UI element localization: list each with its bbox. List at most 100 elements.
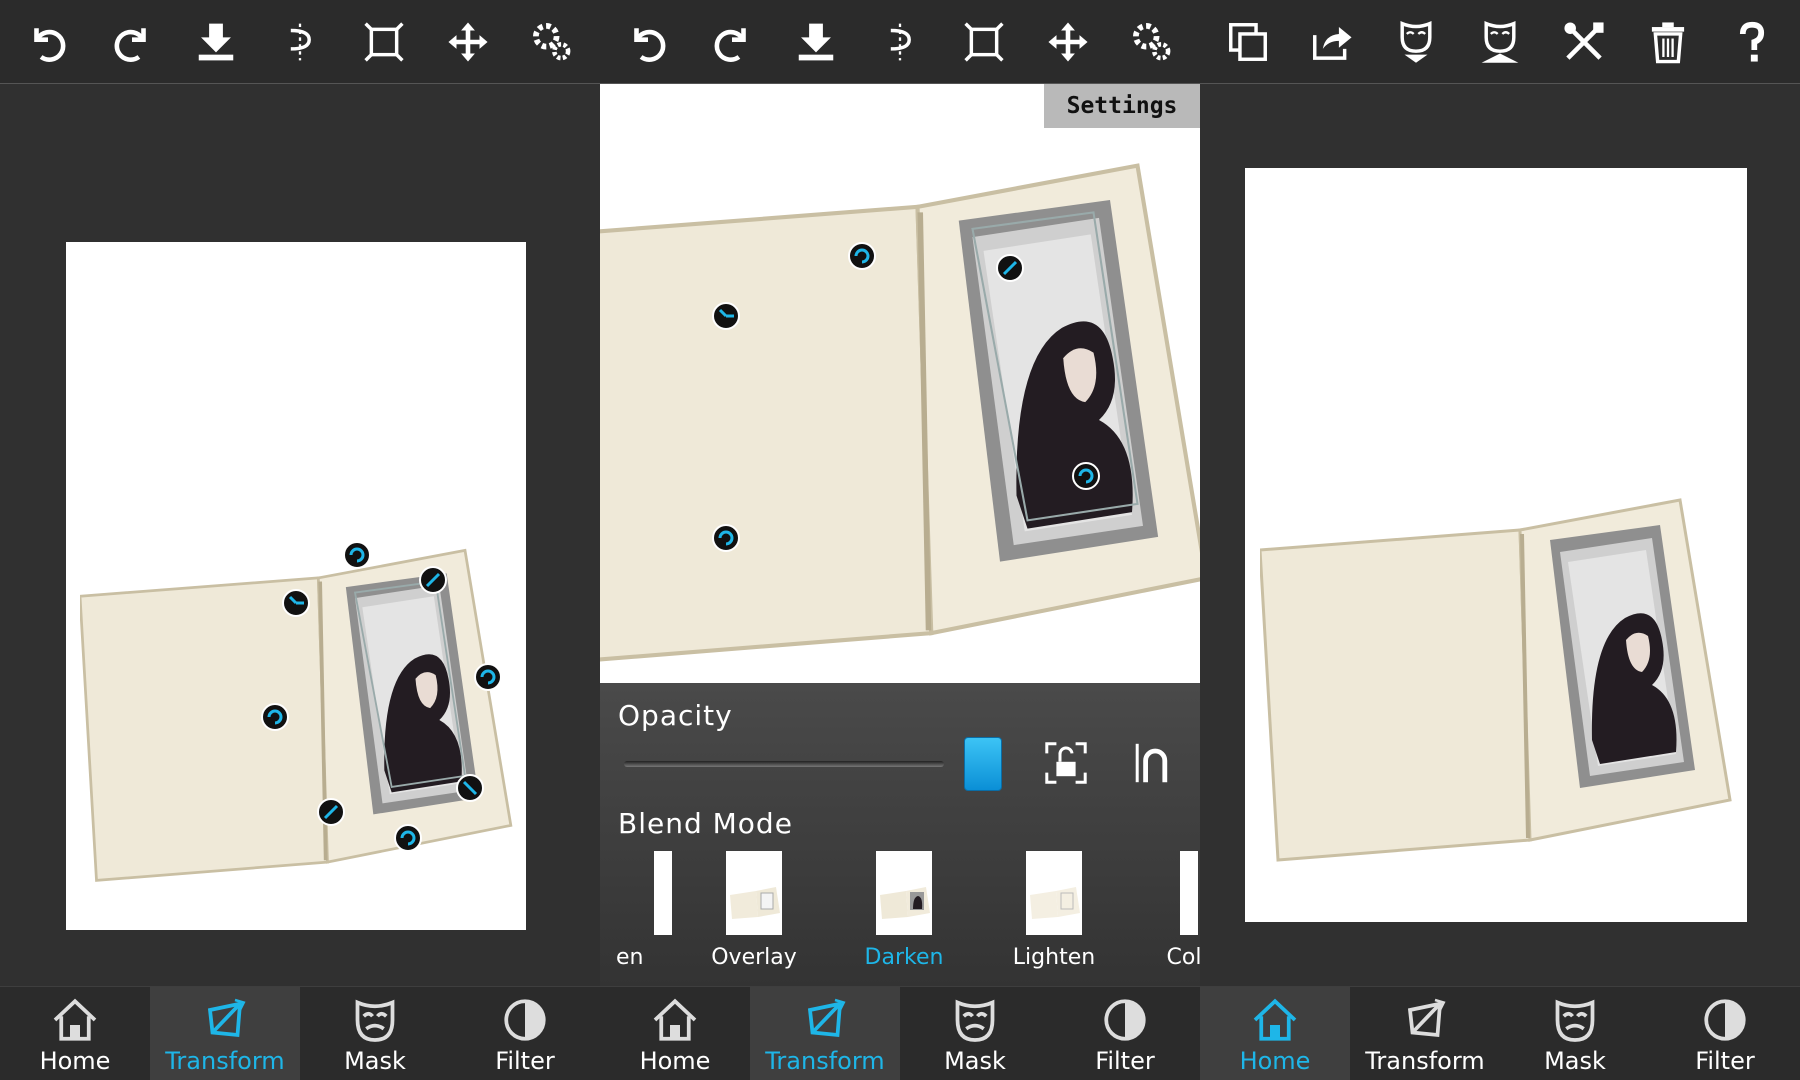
blend-option-darken[interactable]: Darken [844,851,964,970]
undo-button[interactable] [620,14,676,70]
flip-button[interactable] [272,14,328,70]
settings-button[interactable] [1124,14,1180,70]
move-button[interactable] [1040,14,1096,70]
layer-settings-screen: Settings Opacity Blend Mode en Overlay D… [600,0,1200,1080]
redo-icon [714,27,746,62]
flip-button[interactable] [872,14,928,70]
nav-transform-label: Transform [765,1047,885,1075]
blend-option-label: Darken [864,945,944,970]
nav-home-label: Home [39,1047,111,1075]
blend-option-overlay[interactable]: Overlay [694,851,814,970]
top-toolbar [1200,0,1800,84]
flip-icon [290,23,311,60]
help-button[interactable] [1724,14,1780,70]
crop-fit-button[interactable] [956,14,1012,70]
nav-mask[interactable]: Mask [900,987,1050,1080]
save-button[interactable] [188,14,244,70]
opacity-label: Opacity [618,699,733,732]
top-toolbar [600,0,1200,84]
rotate-handle[interactable] [474,663,502,691]
nav-home[interactable]: Home [1200,987,1350,1080]
transform-editor-screen: Home Transform Mask Filter [0,0,600,1080]
save-button[interactable] [788,14,844,70]
blend-thumb [726,851,782,935]
settings-gear-icon [533,22,571,60]
help-icon [1739,21,1765,62]
crop-fit-icon [964,21,1004,62]
mask-icon [1555,999,1595,1042]
nav-transform[interactable]: Transform [750,987,900,1080]
redo-button[interactable] [104,14,160,70]
share-button[interactable] [1304,14,1360,70]
blend-option-label: Lighten [1012,945,1096,970]
undo-icon [34,27,66,62]
blend-option-label: Overlay [711,945,797,970]
magnet-icon[interactable] [1130,739,1178,787]
nav-filter[interactable]: Filter [450,987,600,1080]
nav-filter-label: Filter [495,1047,555,1075]
nav-home[interactable]: Home [600,987,750,1080]
nav-mask-label: Mask [1544,1047,1606,1075]
redo-icon [114,27,146,62]
settings-button[interactable] [524,14,580,70]
flip-icon [890,23,911,60]
nav-mask[interactable]: Mask [1500,987,1650,1080]
duplicate-icon [1229,22,1267,61]
mask-up-button[interactable] [1472,14,1528,70]
rotate-handle[interactable] [261,703,289,731]
mask-up-icon [1481,20,1519,63]
move-icon [448,21,488,62]
layer-settings-panel: Opacity Blend Mode en Overlay Darken Lig… [600,683,1200,986]
blend-option-screen[interactable]: en [600,851,684,970]
blend-thumb [654,851,672,935]
redo-button[interactable] [704,14,760,70]
transform-handles [261,541,502,852]
bottom-nav: Home Transform Mask Filter [0,986,600,1080]
trash-icon [1651,21,1685,63]
undo-button[interactable] [20,14,76,70]
crop-fit-button[interactable] [356,14,412,70]
blend-option-label: en [616,945,644,970]
blend-mode-label: Blend Mode [618,807,793,840]
mask-down-button[interactable] [1388,14,1444,70]
home-icon [1253,998,1297,1041]
rotate-handle[interactable] [712,524,740,552]
nav-transform-label: Transform [165,1047,285,1075]
nav-filter[interactable]: Filter [1050,987,1200,1080]
blend-option-lighten[interactable]: Lighten [994,851,1114,970]
rotate-handle[interactable] [848,242,876,270]
move-button[interactable] [440,14,496,70]
nav-transform[interactable]: Transform [1350,987,1500,1080]
unlock-icon[interactable] [1042,739,1090,787]
filter-icon [1104,999,1146,1041]
nav-mask[interactable]: Mask [300,987,450,1080]
blend-mode-strip: en Overlay Darken Lighten Color [600,851,1200,971]
nav-filter[interactable]: Filter [1650,987,1800,1080]
blend-option-color[interactable]: Color [1108,851,1200,970]
rotate-handle[interactable] [394,824,422,852]
save-download-icon [198,23,234,60]
tools-button[interactable] [1556,14,1612,70]
home-icon [53,998,97,1041]
settings-tab[interactable]: Settings [1044,84,1200,128]
nav-filter-label: Filter [1695,1047,1755,1075]
filter-icon [1704,999,1746,1041]
delete-button[interactable] [1640,14,1696,70]
transform-icon [207,998,246,1038]
opacity-slider-thumb[interactable] [964,737,1002,791]
home-preview-screen: Home Transform Mask Filter [1200,0,1800,1080]
duplicate-button[interactable] [1220,14,1276,70]
nav-home[interactable]: Home [0,987,150,1080]
undo-icon [634,27,666,62]
settings-gear-icon [1133,22,1171,60]
rotate-handle[interactable] [1072,462,1100,490]
tools-icon [1564,21,1604,60]
nav-transform[interactable]: Transform [150,987,300,1080]
share-icon [1313,26,1352,60]
opacity-slider-track[interactable] [624,761,944,767]
crop-fit-icon [364,21,404,62]
blend-thumb [876,851,932,935]
book-layer[interactable] [1260,480,1740,890]
rotate-handle[interactable] [343,541,371,569]
bottom-nav: Home Transform Mask Filter [600,986,1200,1080]
